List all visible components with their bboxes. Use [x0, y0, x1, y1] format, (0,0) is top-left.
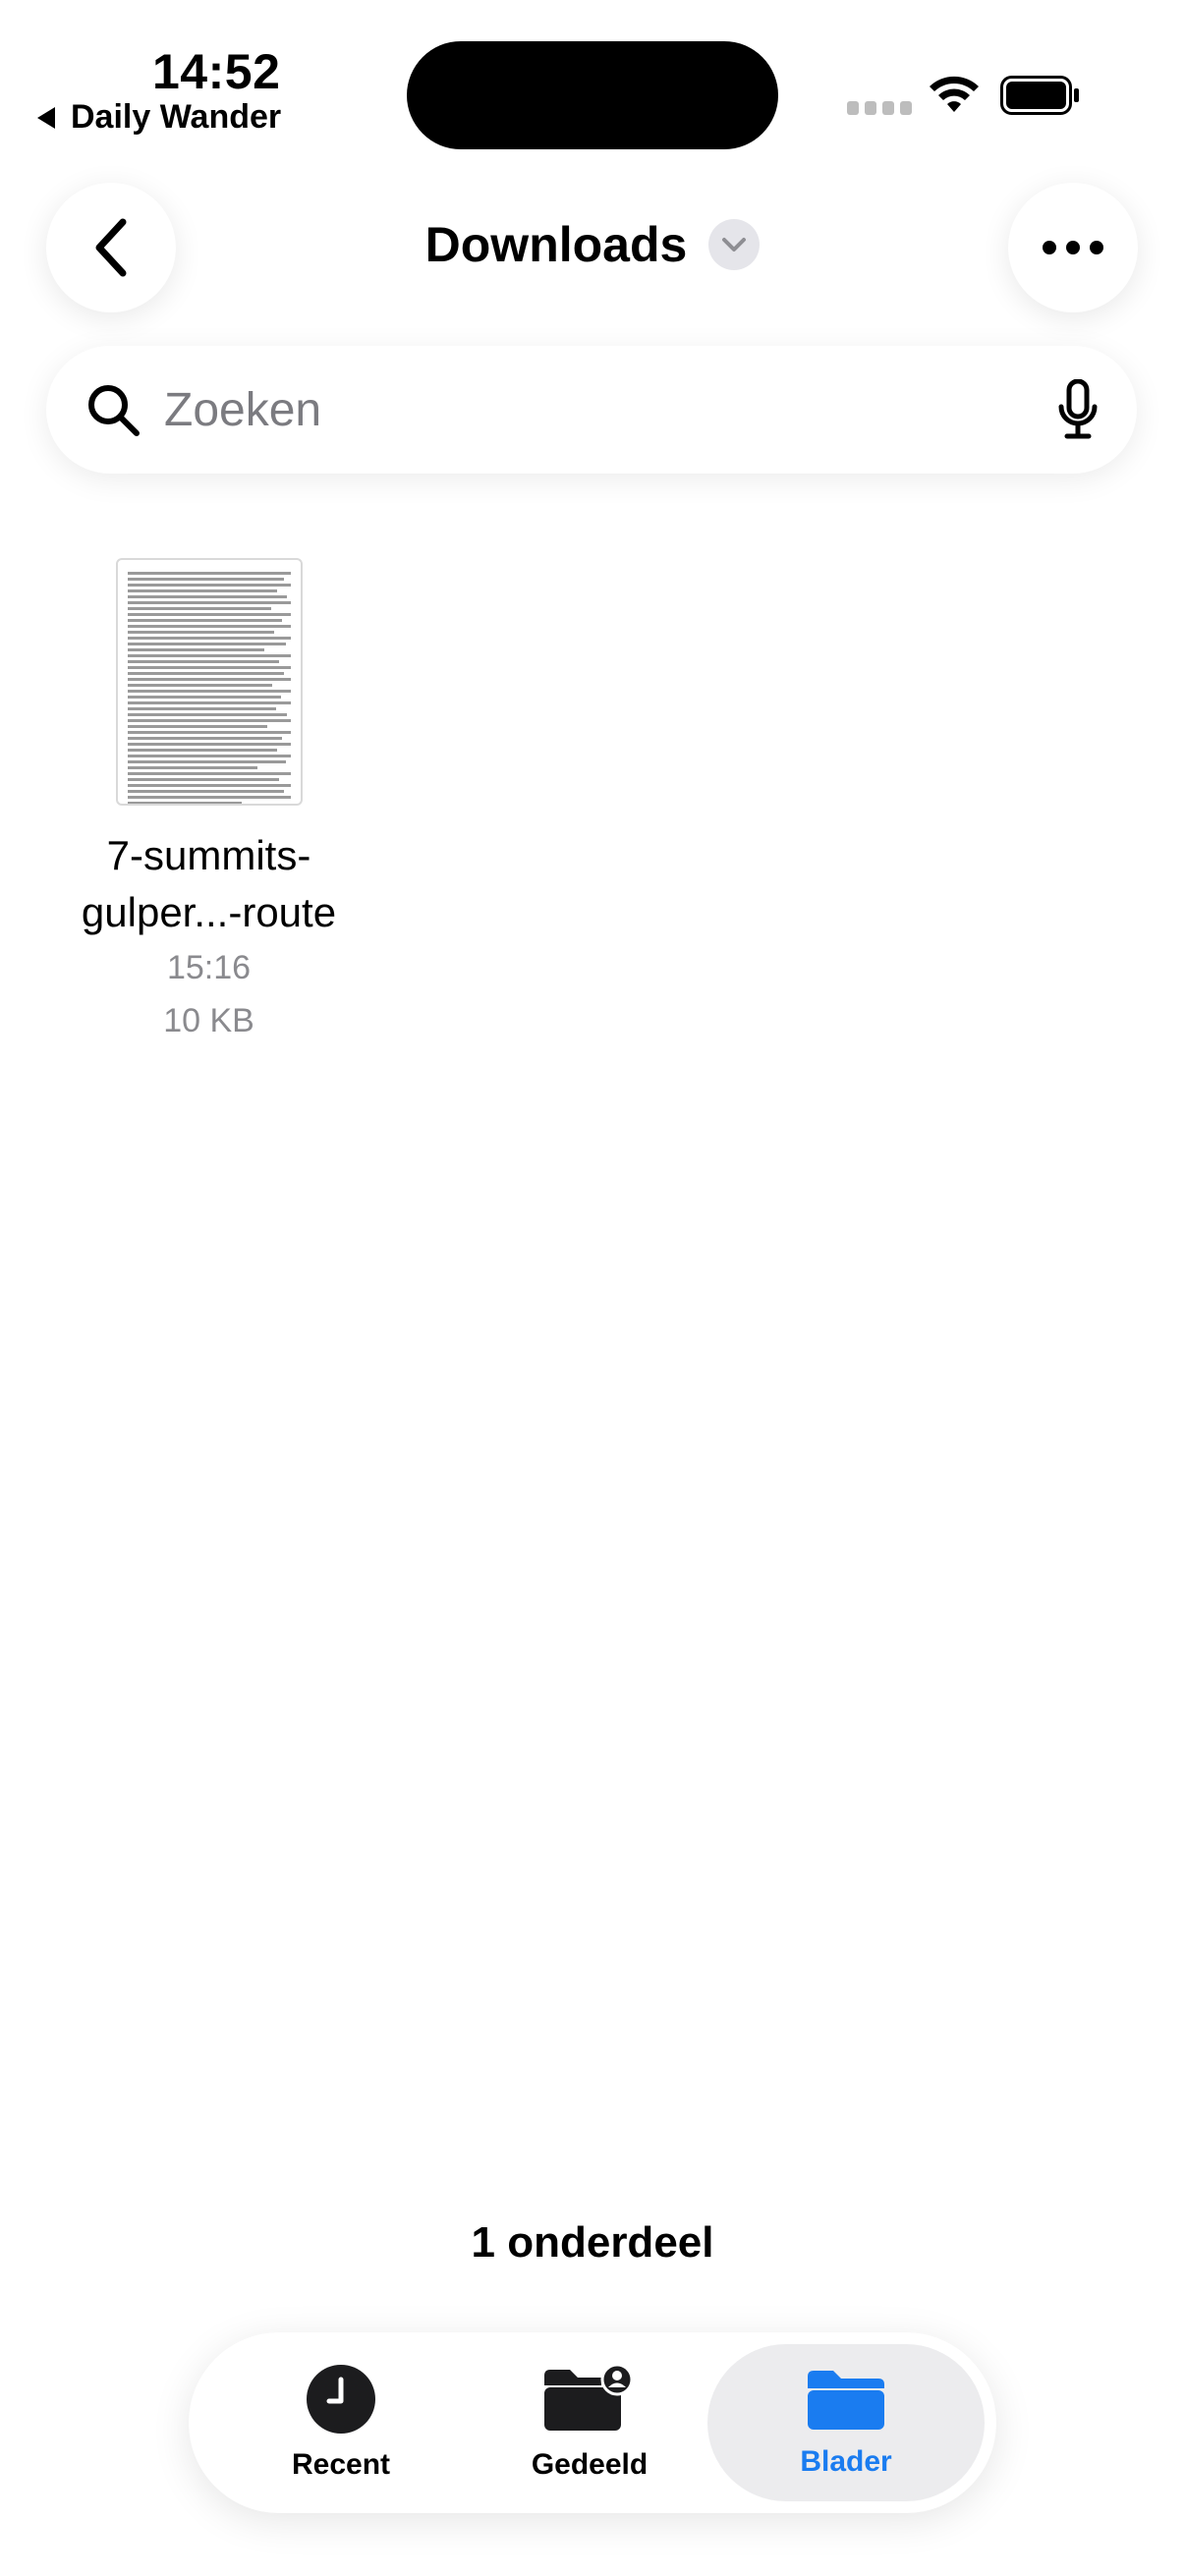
thumbnail-text-line: [127, 637, 291, 640]
thumbnail-text-line: [127, 755, 291, 757]
tab-recent[interactable]: Recent: [218, 2344, 464, 2501]
thumbnail-text-line: [127, 725, 268, 728]
thumbnail-text-line: [127, 631, 274, 634]
search-placeholder: Zoeken: [164, 383, 322, 436]
thumbnail-text-line: [127, 660, 279, 663]
page-title: Downloads: [424, 217, 688, 272]
file-size: 10 KB: [163, 1002, 254, 1039]
thumbnail-text-line: [127, 802, 242, 804]
file-name: 7-summits- gulper...-route: [81, 832, 337, 935]
thumbnail-text-line: [127, 584, 291, 587]
thumbnail-text-line: [127, 654, 291, 657]
thumbnail-text-line: [127, 678, 291, 681]
thumbnail-text-line: [127, 589, 278, 592]
thumbnail-text-line: [127, 760, 286, 763]
cellular-signal-icon: [847, 101, 912, 115]
files-app-screen: 14:52 Daily Wander Downloads Zoeken 7-su…: [0, 0, 1185, 2576]
thumbnail-text-line: [127, 778, 279, 781]
file-item[interactable]: 7-summits- gulper...-route 15:16 10 KB: [39, 558, 378, 1047]
back-app-label: Daily Wander: [71, 98, 282, 136]
thumbnail-text-line: [127, 601, 291, 604]
tab-shared[interactable]: Gedeeld: [467, 2344, 712, 2501]
wifi-icon: [930, 76, 979, 112]
battery-icon: [1000, 76, 1079, 115]
tab-recent-label: Recent: [291, 2448, 391, 2481]
more-options-button[interactable]: [1008, 183, 1138, 312]
clock-icon: [307, 2365, 375, 2434]
thumbnail-text-line: [127, 784, 291, 787]
tab-browse[interactable]: Blader: [707, 2344, 985, 2501]
document-thumbnail: [115, 558, 303, 806]
search-icon: [88, 385, 140, 436]
thumbnail-text-line: [127, 625, 291, 628]
microphone-icon[interactable]: [1058, 379, 1098, 440]
chevron-down-icon: [708, 219, 761, 270]
tab-bar: Recent Gedeeld Blader: [189, 2332, 996, 2513]
file-modified-time: 15:16: [166, 949, 252, 986]
thumbnail-text-line: [127, 666, 291, 669]
thumbnail-text-line: [127, 696, 281, 699]
thumbnail-text-line: [127, 743, 291, 746]
shared-folder-icon: [544, 2364, 634, 2431]
tab-shared-label: Gedeeld: [531, 2448, 649, 2481]
thumbnail-text-line: [127, 790, 284, 793]
thumbnail-text-line: [127, 595, 288, 598]
thumbnail-text-line: [127, 690, 291, 693]
thumbnail-text-line: [127, 713, 288, 716]
thumbnail-text-line: [127, 578, 284, 581]
thumbnail-text-line: [127, 607, 271, 610]
folder-icon: [808, 2371, 884, 2430]
thumbnail-text-line: [127, 643, 286, 645]
thumbnail-text-line: [127, 731, 291, 734]
thumbnail-text-line: [127, 684, 273, 687]
thumbnail-text-line: [127, 701, 291, 704]
thumbnail-text-line: [127, 737, 283, 740]
thumbnail-text-line: [127, 796, 291, 799]
back-triangle-icon: [37, 106, 55, 129]
thumbnail-text-line: [127, 648, 264, 651]
ellipsis-icon: [1043, 241, 1103, 254]
tab-browse-label: Blader: [800, 2445, 892, 2478]
thumbnail-text-line: [127, 772, 291, 775]
thumbnail-text-line: [127, 707, 276, 710]
back-to-app-link[interactable]: Daily Wander: [37, 98, 281, 137]
search-field[interactable]: Zoeken: [46, 346, 1137, 474]
thumbnail-text-line: [127, 719, 291, 722]
thumbnail-text-line: [127, 619, 283, 622]
thumbnail-text-line: [127, 572, 291, 575]
status-time: 14:52: [152, 44, 281, 99]
thumbnail-text-line: [127, 749, 278, 752]
dynamic-island: [407, 41, 778, 149]
thumbnail-text-line: [127, 766, 258, 769]
item-count: 1 onderdeel: [471, 2218, 714, 2267]
thumbnail-text-line: [127, 613, 291, 616]
thumbnail-text-line: [127, 672, 284, 675]
